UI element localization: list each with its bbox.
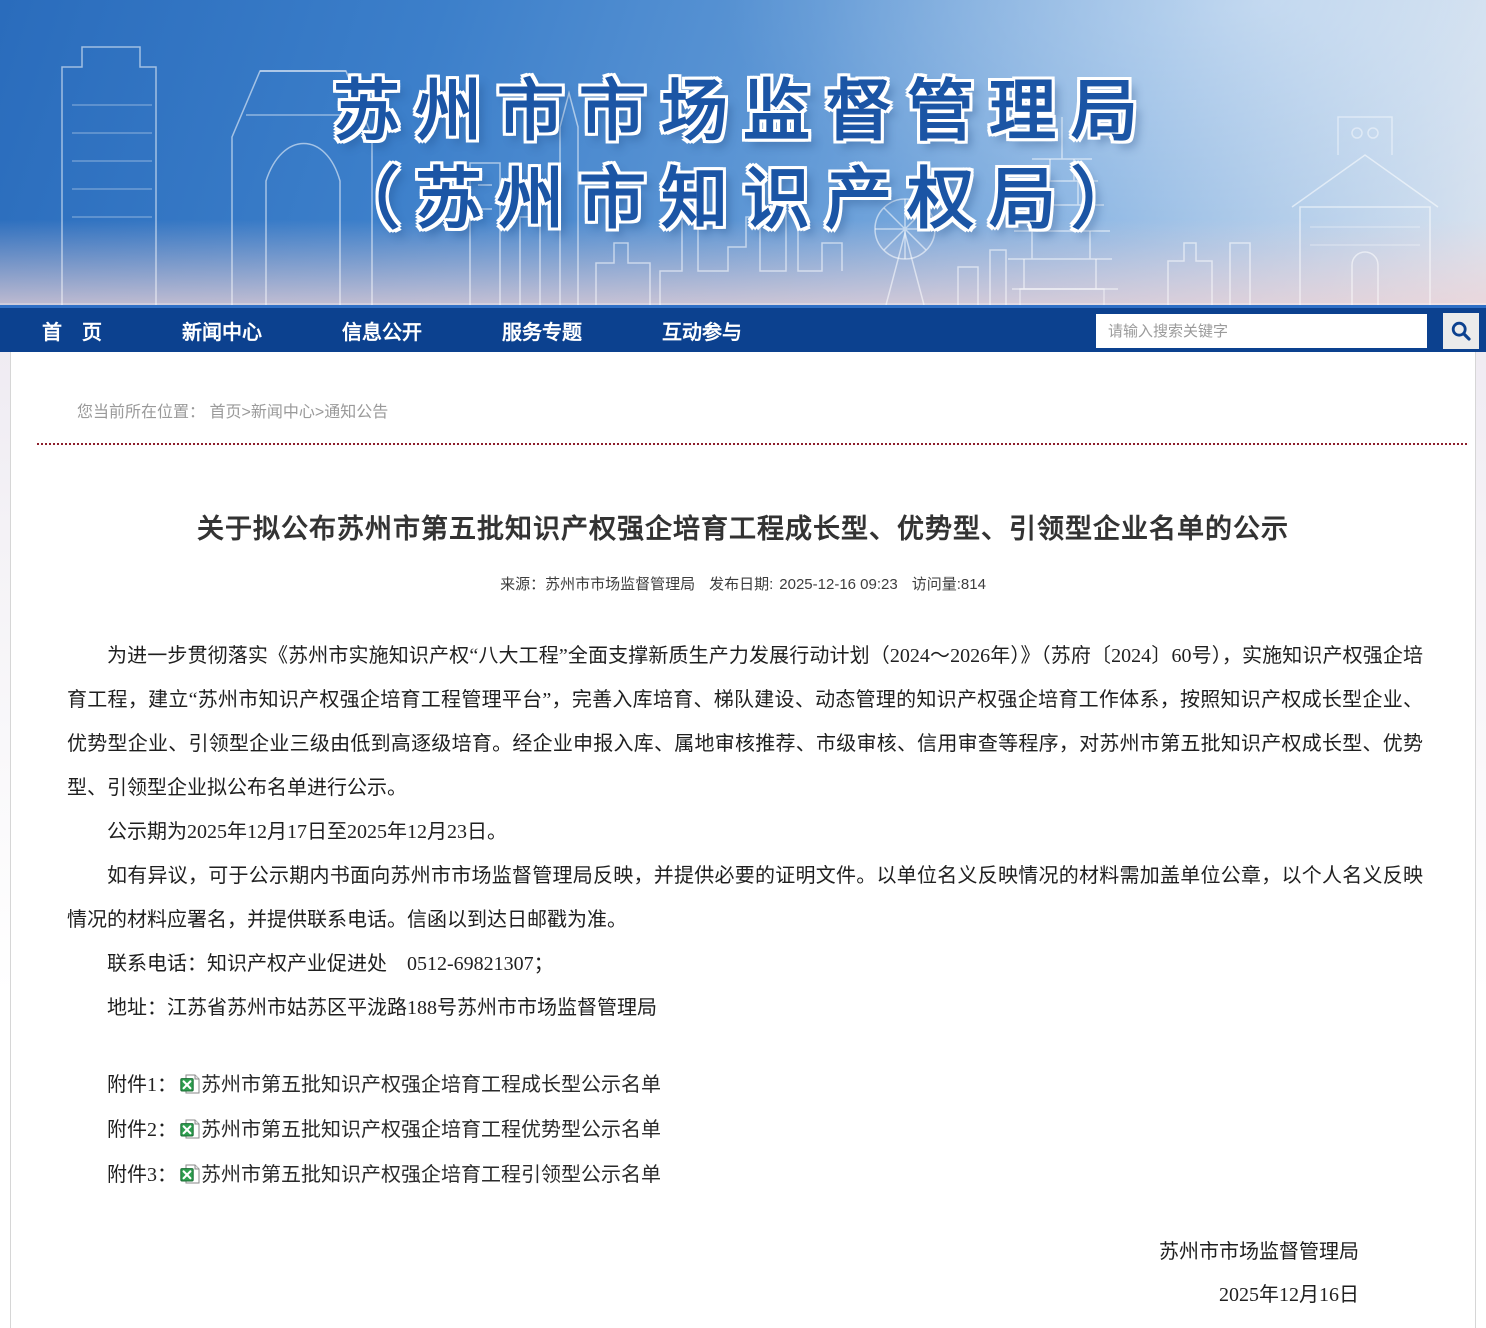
nav-item-home[interactable]: 首 页 — [42, 316, 102, 345]
signature-block: 苏州市市场监督管理局 2025年12月16日 — [67, 1231, 1423, 1317]
meta-views: 814 — [961, 576, 986, 593]
site-banner: 苏州市市场监督管理局 （苏州市知识产权局） — [0, 0, 1486, 305]
meta-source-label: 来源： — [500, 576, 545, 593]
attachment-row: 附件2： 苏州市第五批知识产权强企培育工程优势型公示名单 — [67, 1109, 1423, 1154]
dotted-divider — [37, 443, 1467, 445]
meta-views-label: 访问量: — [912, 576, 961, 593]
content-panel: 您当前所在位置： 首页>新闻中心>通知公告 关于拟公布苏州市第五批知识产权强企培… — [10, 352, 1476, 1328]
excel-file-icon — [180, 1067, 200, 1109]
breadcrumb-separator: > — [315, 404, 324, 421]
attachment-link-leading-list[interactable]: 苏州市第五批知识产权强企培育工程引领型公示名单 — [201, 1164, 661, 1186]
site-title-line2: （苏州市知识产权局） — [333, 160, 1153, 240]
search-button[interactable] — [1443, 313, 1479, 349]
meta-date: 2025-12-16 09:23 — [779, 576, 897, 593]
breadcrumb-separator: > — [241, 404, 250, 421]
search-icon — [1450, 320, 1472, 342]
meta-source: 苏州市市场监督管理局 — [545, 576, 695, 593]
site-title-line1: 苏州市市场监督管理局 — [333, 72, 1153, 152]
signature-date: 2025年12月16日 — [67, 1274, 1359, 1317]
breadcrumb-link-notices[interactable]: 通知公告 — [324, 404, 388, 421]
excel-file-icon — [180, 1112, 200, 1154]
nav-item-news[interactable]: 新闻中心 — [182, 316, 262, 345]
attachment-row: 附件3： 苏州市第五批知识产权强企培育工程引领型公示名单 — [67, 1154, 1423, 1199]
article-meta: 来源：苏州市市场监督管理局发布日期: 2025-12-16 09:23 访问量:81… — [11, 573, 1475, 594]
breadcrumb-link-news[interactable]: 新闻中心 — [251, 404, 315, 421]
nav-item-service-topics[interactable]: 服务专题 — [502, 316, 582, 345]
attachment-label: 附件1： — [107, 1074, 177, 1096]
attachment-link-advantage-list[interactable]: 苏州市第五批知识产权强企培育工程优势型公示名单 — [201, 1119, 661, 1141]
attachment-label: 附件3： — [107, 1164, 177, 1186]
breadcrumb-prefix: 您当前所在位置： — [77, 404, 205, 421]
nav-item-info-disclosure[interactable]: 信息公开 — [342, 316, 422, 345]
paragraph-address: 地址：江苏省苏州市姑苏区平泷路188号苏州市市场监督管理局 — [67, 986, 1423, 1030]
attachment-row: 附件1： 苏州市第五批知识产权强企培育工程成长型公示名单 — [67, 1064, 1423, 1109]
breadcrumb-link-home[interactable]: 首页 — [209, 404, 241, 421]
attachments-list: 附件1： 苏州市第五批知识产权强企培育工程成长型公示名单 附件2： 苏州市第五批知识… — [67, 1064, 1423, 1199]
excel-file-icon — [180, 1157, 200, 1199]
article-title: 关于拟公布苏州市第五批知识产权强企培育工程成长型、优势型、引领型企业名单的公示 — [11, 507, 1475, 546]
breadcrumb: 您当前所在位置： 首页>新闻中心>通知公告 — [11, 352, 1475, 422]
nav-item-interaction[interactable]: 互动参与 — [662, 316, 742, 345]
search-input[interactable] — [1096, 314, 1427, 348]
meta-date-label: 发布日期: — [709, 576, 773, 593]
paragraph: 公示期为2025年12月17日至2025年12月23日。 — [67, 810, 1423, 854]
main-nav: 首 页 新闻中心 信息公开 服务专题 互动参与 — [0, 305, 1486, 352]
signature-org: 苏州市市场监督管理局 — [67, 1231, 1359, 1274]
attachment-label: 附件2： — [107, 1119, 177, 1141]
paragraph: 如有异议，可于公示期内书面向苏州市市场监督管理局反映，并提供必要的证明文件。以单… — [67, 854, 1423, 942]
paragraph: 为进一步贯彻落实《苏州市实施知识产权“八大工程”全面支撑新质生产力发展行动计划（… — [67, 634, 1423, 810]
paragraph-contact-phone: 联系电话：知识产权产业促进处 0512-69821307； — [67, 942, 1423, 986]
site-title-block: 苏州市市场监督管理局 （苏州市知识产权局） — [0, 0, 1486, 305]
article-body: 为进一步贯彻落实《苏州市实施知识产权“八大工程”全面支撑新质生产力发展行动计划（… — [67, 634, 1423, 1317]
attachment-link-growth-list[interactable]: 苏州市第五批知识产权强企培育工程成长型公示名单 — [201, 1074, 661, 1096]
